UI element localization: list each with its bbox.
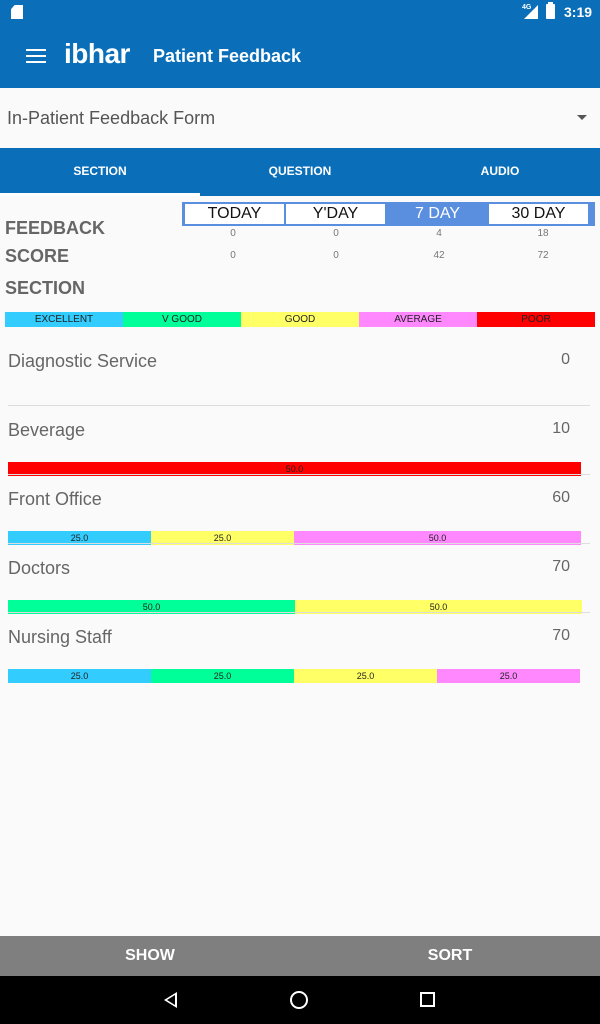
feedback-label: FEEDBACK	[5, 218, 106, 238]
section-name: Beverage	[8, 420, 86, 440]
back-icon[interactable]	[164, 992, 177, 1008]
status-bar: 4G 3:19	[0, 0, 600, 24]
section-score: 70	[552, 558, 570, 575]
score-label: SCORE	[5, 246, 70, 266]
tab-audio[interactable]: AUDIO	[400, 148, 600, 196]
rating-segment: 25.0	[294, 669, 437, 683]
feedback-7day: 4	[436, 228, 442, 239]
legend-good: GOOD	[241, 312, 359, 327]
section-score: 70	[552, 627, 570, 644]
rating-segment: 25.0	[437, 669, 580, 683]
section-row[interactable]: Doctors 70 50.0 50.0	[0, 544, 600, 614]
section-name: Nursing Staff	[8, 627, 112, 647]
legend-v-good: V GOOD	[123, 312, 241, 327]
period-today-button[interactable]: TODAY	[185, 204, 284, 224]
form-type-value: In-Patient Feedback Form	[7, 108, 216, 128]
legend-average: AVERAGE	[359, 312, 477, 327]
section-score: 10	[552, 420, 570, 437]
section-heading: SECTION	[5, 278, 86, 298]
section-name: Doctors	[8, 558, 71, 578]
rating-legend: EXCELLENT V GOOD GOOD AVERAGE POOR	[5, 312, 595, 327]
feedback-30day: 18	[537, 228, 549, 239]
battery-icon	[546, 2, 555, 19]
period-7day-button[interactable]: 7 DAY	[388, 204, 487, 224]
tab-bar: SECTION QUESTION AUDIO	[0, 148, 600, 196]
app-title: Patient Feedback	[153, 46, 302, 66]
section-score: 0	[561, 351, 570, 368]
tab-question[interactable]: QUESTION	[200, 148, 400, 196]
section-score: 60	[552, 489, 570, 506]
home-icon[interactable]	[290, 991, 308, 1009]
section-name: Diagnostic Service	[8, 351, 158, 371]
dropdown-arrow-icon	[577, 115, 587, 120]
period-yesterday-button[interactable]: Y'DAY	[286, 204, 385, 224]
score-yesterday: 0	[333, 250, 339, 261]
rating-segment: 25.0	[8, 669, 151, 683]
app-logo: ibhar	[64, 38, 130, 69]
section-row[interactable]: Diagnostic Service 0	[0, 337, 600, 406]
hamburger-menu-icon[interactable]	[26, 49, 46, 63]
section-row[interactable]: Front Office 60 25.0 25.0 50.0	[0, 475, 600, 545]
period-selector: TODAY Y'DAY 7 DAY 30 DAY	[182, 202, 595, 226]
score-30day: 72	[537, 250, 549, 261]
feedback-today: 0	[230, 228, 236, 239]
section-row[interactable]: Nursing Staff 70 25.0 25.0 25.0 25.0	[0, 613, 600, 683]
rating-segment: 25.0	[151, 669, 294, 683]
sd-card-icon	[11, 5, 23, 19]
bottom-action-bar: SHOW SORT	[0, 936, 600, 976]
score-today: 0	[230, 250, 236, 261]
rating-bar: 25.0 25.0 25.0 25.0	[8, 669, 581, 683]
form-type-dropdown[interactable]: In-Patient Feedback Form	[0, 88, 600, 148]
system-nav-bar	[0, 976, 600, 1024]
feedback-yesterday: 0	[333, 228, 339, 239]
show-button[interactable]: SHOW	[0, 936, 300, 976]
recents-icon[interactable]	[420, 992, 435, 1007]
network-type: 4G	[522, 4, 532, 11]
score-7day: 42	[433, 250, 445, 261]
sort-button[interactable]: SORT	[300, 936, 600, 976]
tab-section[interactable]: SECTION	[0, 148, 200, 196]
section-name: Front Office	[8, 489, 102, 509]
period-30day-button[interactable]: 30 DAY	[489, 204, 588, 224]
section-row[interactable]: Beverage 10 50.0	[0, 406, 600, 476]
legend-poor: POOR	[477, 312, 595, 327]
clock: 3:19	[564, 4, 593, 20]
app-bar: ibhar Patient Feedback	[0, 24, 600, 88]
legend-excellent: EXCELLENT	[5, 312, 123, 327]
